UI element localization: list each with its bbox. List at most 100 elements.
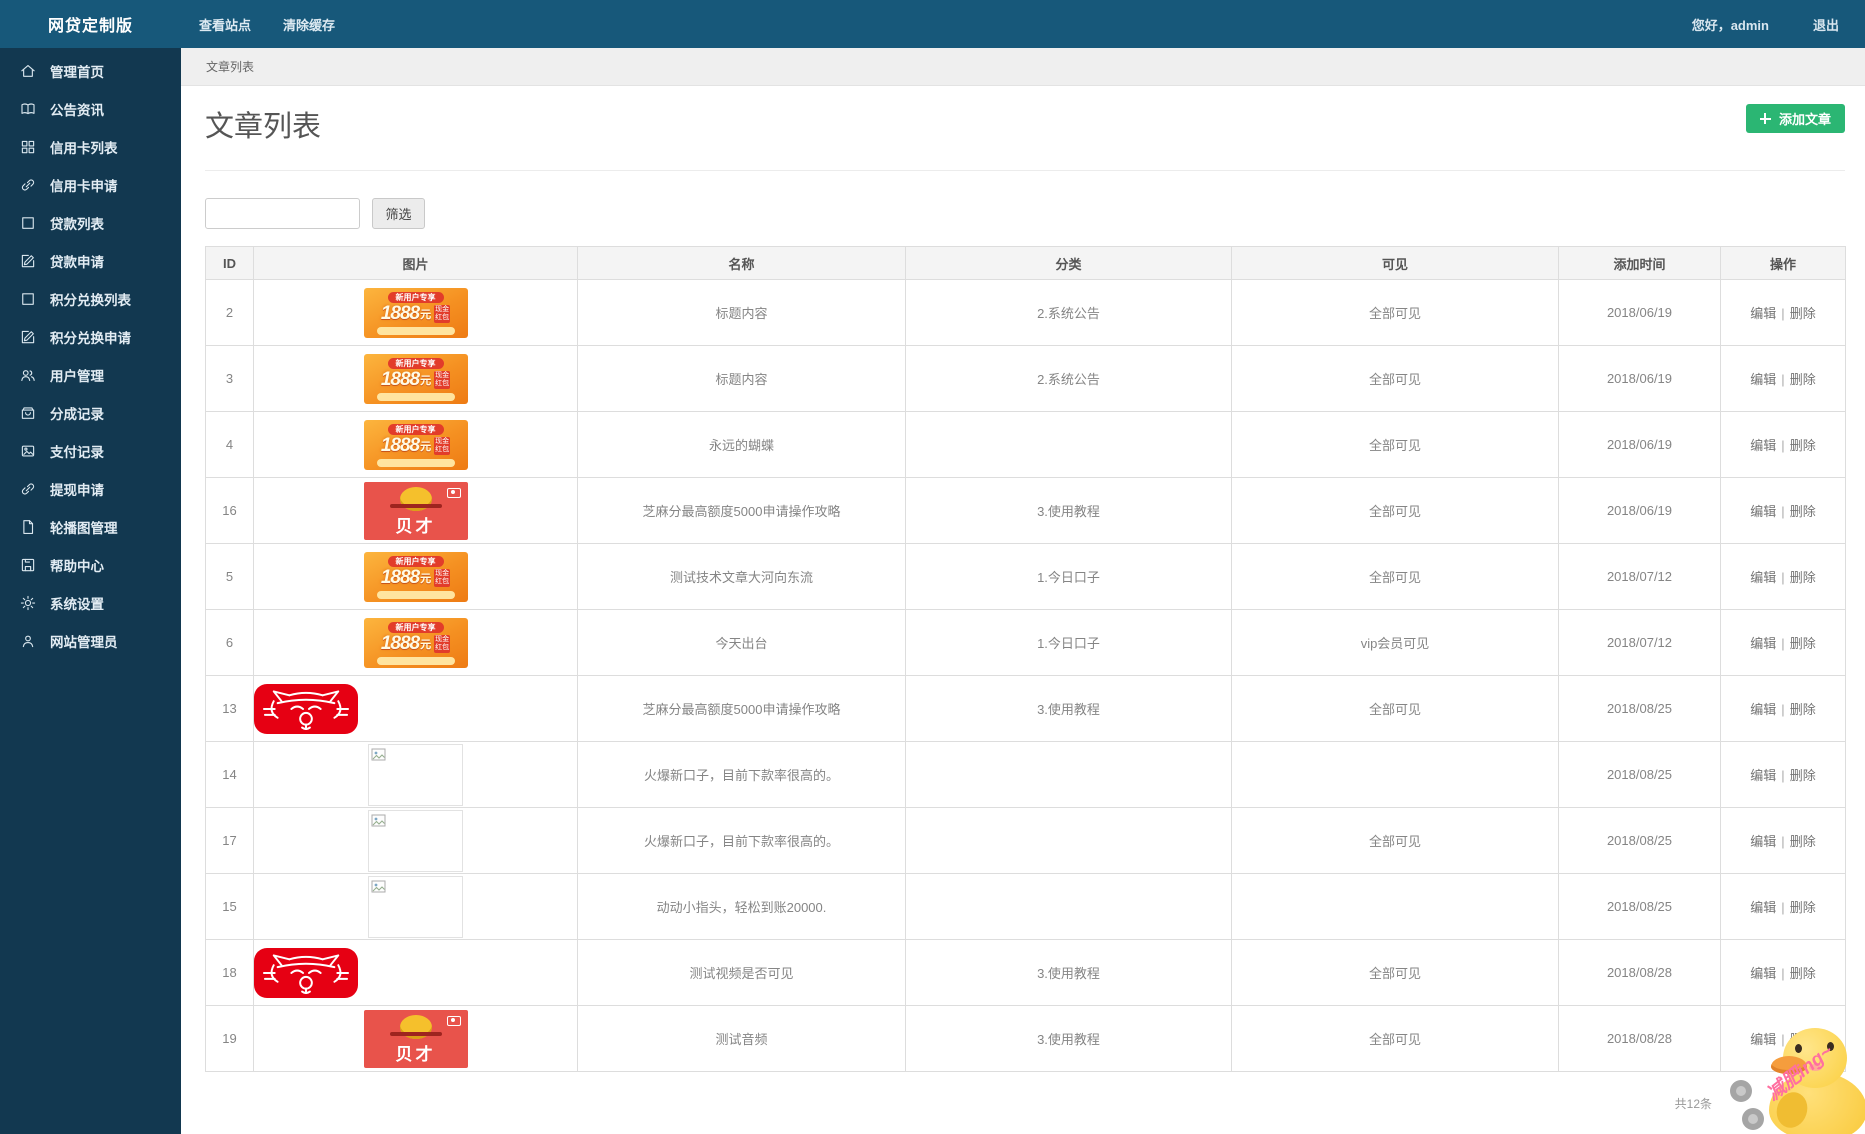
edit-link[interactable]: 编辑: [1750, 636, 1776, 651]
sidebar-item-home[interactable]: 管理首页: [0, 52, 181, 90]
logout-button[interactable]: 退出: [1813, 15, 1839, 34]
add-article-button[interactable]: 添加文章: [1745, 104, 1845, 133]
delete-link[interactable]: 删除: [1790, 504, 1816, 519]
cell-id: 14: [205, 741, 254, 808]
sidebar-item-carousel-management[interactable]: 轮播图管理: [0, 508, 181, 546]
edit-link[interactable]: 编辑: [1750, 966, 1776, 981]
cell-actions: 编辑 | 删除: [1720, 807, 1846, 874]
cell-name: 标题内容: [577, 279, 906, 346]
user-icon: [19, 632, 37, 650]
edit-link[interactable]: 编辑: [1750, 834, 1776, 849]
delete-link[interactable]: 删除: [1790, 438, 1816, 453]
cell-date: 2018/08/25: [1558, 675, 1721, 742]
table-row: 13 芝麻分最高额度5000申请操作攻略 3.使用教程 全部可见 2018/08…: [205, 675, 1846, 742]
banner-strip: [376, 656, 455, 665]
sidebar-item-system-settings[interactable]: 系统设置: [0, 584, 181, 622]
delete-link[interactable]: 删除: [1790, 702, 1816, 717]
delete-link[interactable]: 删除: [1790, 372, 1816, 387]
edit-link[interactable]: 编辑: [1750, 372, 1776, 387]
floating-widget-icon[interactable]: [1730, 1080, 1752, 1102]
cell-name: 今天出台: [577, 609, 906, 676]
edit-link[interactable]: 编辑: [1750, 570, 1776, 585]
sidebar-item-site-admin[interactable]: 网站管理员: [0, 622, 181, 660]
navbar-item-clear-cache[interactable]: 清除缓存: [281, 11, 337, 38]
cell-visible: 全部可见: [1231, 345, 1559, 412]
delete-link[interactable]: 删除: [1790, 834, 1816, 849]
promo-banner-image: 新用户专享 1888 元现金红包: [363, 419, 468, 470]
cell-date: 2018/06/19: [1558, 345, 1721, 412]
promo-banner-image: 新用户专享 1888 元现金红包: [363, 353, 468, 404]
cell-actions: 编辑 | 删除: [1720, 609, 1846, 676]
cell-category: [905, 873, 1232, 940]
navbar-item-view-site[interactable]: 查看站点: [197, 11, 253, 38]
cell-id: 17: [205, 807, 254, 874]
home-icon: [19, 62, 37, 80]
sidebar-item-withdrawal-apply[interactable]: 提现申请: [0, 470, 181, 508]
edit-link[interactable]: 编辑: [1750, 438, 1776, 453]
col-header-image: 图片: [253, 246, 578, 280]
sidebar-item-points-exchange-list[interactable]: 积分兑换列表: [0, 280, 181, 318]
delete-link[interactable]: 删除: [1790, 306, 1816, 321]
delete-link[interactable]: 删除: [1790, 768, 1816, 783]
action-separator: |: [1781, 768, 1785, 783]
sidebar-item-user-management[interactable]: 用户管理: [0, 356, 181, 394]
sidebar-item-help-center[interactable]: 帮助中心: [0, 546, 181, 584]
filter-input[interactable]: [205, 198, 360, 229]
cell-date: 2018/08/25: [1558, 807, 1721, 874]
broken-image-icon: [371, 880, 386, 892]
edit-link[interactable]: 编辑: [1750, 900, 1776, 915]
cat-logo-image: [254, 947, 358, 998]
edit-link[interactable]: 编辑: [1750, 306, 1776, 321]
delete-link[interactable]: 删除: [1790, 636, 1816, 651]
action-separator: |: [1781, 966, 1785, 981]
cell-date: 2018/08/28: [1558, 939, 1721, 1006]
cell-actions: 编辑 | 删除: [1720, 411, 1846, 478]
action-separator: |: [1781, 438, 1785, 453]
sidebar-item-announcements[interactable]: 公告资讯: [0, 90, 181, 128]
floating-widget-icon[interactable]: [1742, 1108, 1764, 1130]
cell-visible: 全部可见: [1231, 1005, 1559, 1072]
banner-unit-text: 元: [420, 308, 432, 321]
promo-banner-image: 新用户专享 1888 元现金红包: [363, 551, 468, 602]
cell-image: 新用户专享 1888 元现金红包: [253, 609, 578, 676]
sidebar-item-loan-apply[interactable]: 贷款申请: [0, 242, 181, 280]
sidebar-item-label: 管理首页: [50, 65, 104, 80]
sidebar-item-credit-card-list[interactable]: 信用卡列表: [0, 128, 181, 166]
cell-category: 3.使用教程: [905, 477, 1232, 544]
square-icon: [19, 290, 37, 308]
edit-link[interactable]: 编辑: [1750, 702, 1776, 717]
app-brand: 网贷定制版: [47, 18, 133, 35]
cell-image: [253, 939, 578, 1006]
sidebar-item-payment-records[interactable]: 支付记录: [0, 432, 181, 470]
action-separator: |: [1781, 900, 1785, 915]
file-icon: [19, 518, 37, 536]
sidebar-item-credit-card-apply[interactable]: 信用卡申请: [0, 166, 181, 204]
edit-link[interactable]: 编辑: [1750, 768, 1776, 783]
sidebar-item-loan-list[interactable]: 贷款列表: [0, 204, 181, 242]
table-row: 3 新用户专享 1888 元现金红包 标题内容 2.系统公告 全部可见 2018/0…: [205, 345, 1846, 412]
table-header-row: ID 图片 名称 分类 可见 添加时间 操作: [205, 246, 1846, 280]
action-separator: |: [1781, 834, 1785, 849]
sidebar-item-commission-records[interactable]: 分成记录: [0, 394, 181, 432]
edit-icon: [19, 252, 37, 270]
banner-strip: [376, 392, 455, 401]
sidebar-item-label: 帮助中心: [50, 559, 104, 574]
edit-link[interactable]: 编辑: [1750, 504, 1776, 519]
coin-bar: [389, 503, 442, 508]
delete-link[interactable]: 删除: [1790, 570, 1816, 585]
sidebar-item-points-exchange-apply[interactable]: 积分兑换申请: [0, 318, 181, 356]
cell-id: 5: [205, 543, 254, 610]
navbar-menu: 查看站点 清除缓存: [197, 11, 337, 38]
filter-button[interactable]: 筛选: [372, 198, 425, 229]
cell-visible: 全部可见: [1231, 807, 1559, 874]
cell-visible: 全部可见: [1231, 543, 1559, 610]
cell-id: 15: [205, 873, 254, 940]
sidebar-item-label: 积分兑换列表: [50, 293, 131, 308]
cell-name: 测试技术文章大河向东流: [577, 543, 906, 610]
banner-ribbon-text: 新用户专享: [387, 555, 444, 567]
user-greeting: 您好，admin: [1691, 17, 1769, 33]
delete-link[interactable]: 删除: [1790, 900, 1816, 915]
delete-link[interactable]: 删除: [1790, 966, 1816, 981]
cell-visible: 全部可见: [1231, 477, 1559, 544]
beicai-chip-icon: [446, 487, 461, 498]
